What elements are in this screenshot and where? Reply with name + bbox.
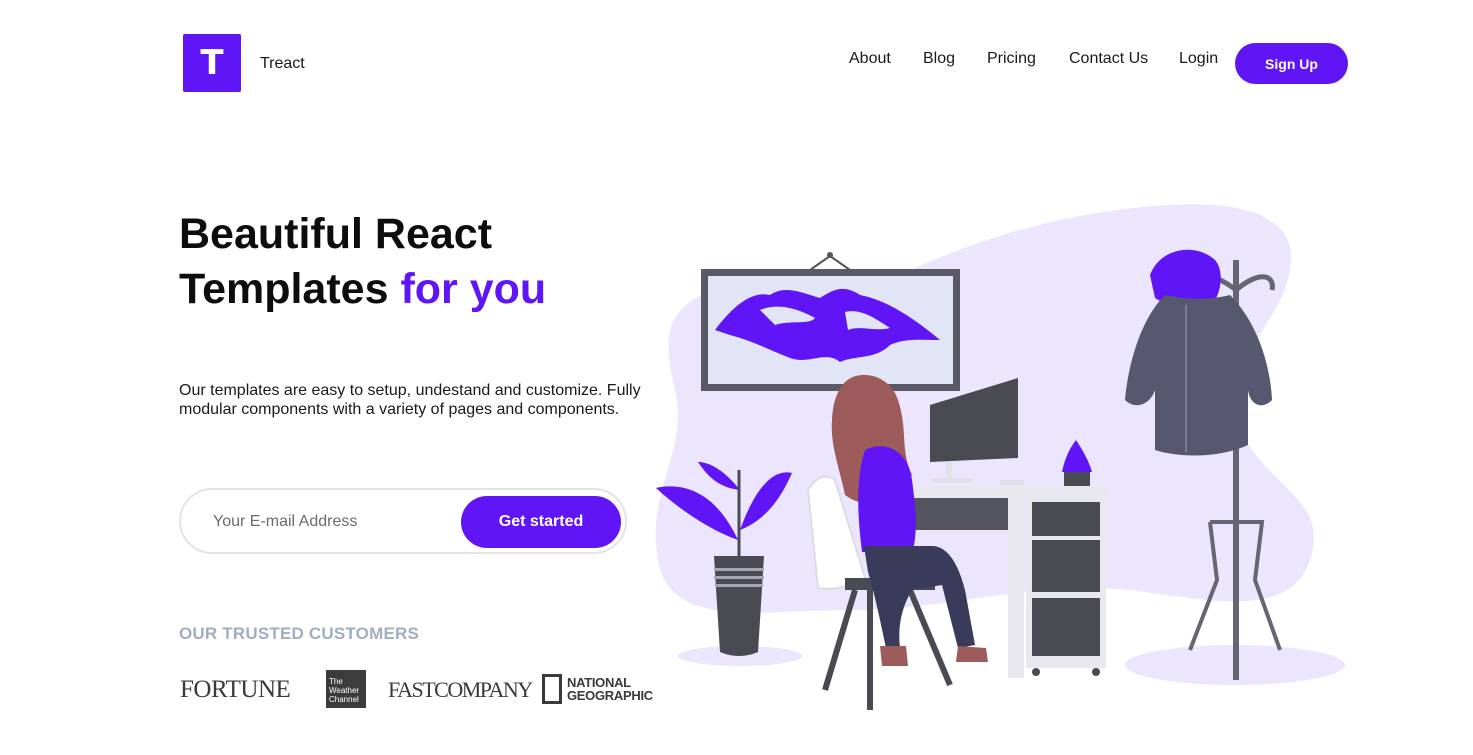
natgeo-logo-line: GEOGRAPHIC (567, 688, 653, 703)
hero-title: Beautiful React Templates for you (179, 207, 546, 317)
nav-link-login[interactable]: Login (1179, 50, 1218, 68)
nav-link-about[interactable]: About (849, 50, 891, 68)
national-geographic-logo: NATIONAL GEOGRAPHIC (567, 676, 653, 702)
hero-title-line1: Beautiful React (179, 210, 493, 258)
hero-title-accent: for you (400, 265, 547, 313)
hero-illustration (655, 204, 1345, 710)
hero-title-line2: Templates (179, 265, 401, 313)
weather-channel-logo: The Weather Channel (326, 670, 366, 708)
desk-top (902, 486, 1108, 498)
weather-logo-line: Weather (329, 686, 360, 695)
nav-link-pricing[interactable]: Pricing (987, 50, 1036, 68)
hero-description: Our templates are easy to setup, undesta… (179, 382, 641, 418)
email-signup-form: Get started (179, 488, 627, 554)
signup-button[interactable]: Sign Up (1235, 43, 1348, 84)
get-started-button[interactable]: Get started (461, 496, 621, 548)
email-input[interactable] (213, 510, 453, 534)
customers-heading: OUR TRUSTED CUSTOMERS (179, 624, 420, 643)
national-geographic-frame-icon (542, 674, 562, 704)
weather-logo-line: Channel (329, 695, 359, 704)
weather-logo-line: The (329, 677, 343, 686)
nav-link-contact[interactable]: Contact Us (1069, 50, 1148, 68)
nav-link-blog[interactable]: Blog (923, 50, 955, 68)
fortune-logo: FORTUNE (180, 676, 291, 703)
fast-company-logo: FASTCOMPANY (388, 677, 533, 702)
